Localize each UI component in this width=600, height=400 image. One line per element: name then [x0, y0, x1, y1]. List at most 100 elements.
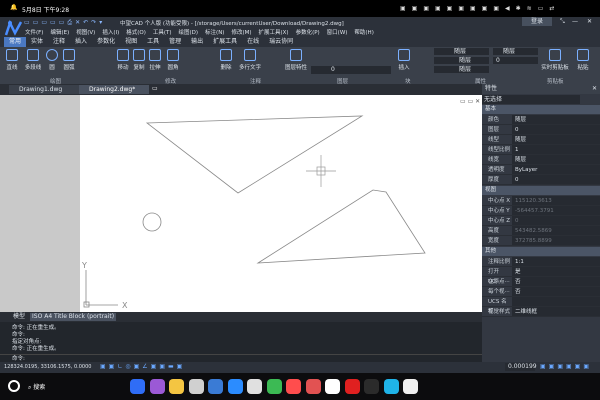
tab-parametric[interactable]: 参数化	[92, 37, 120, 47]
mtext-tool[interactable]: 多行文字	[236, 49, 264, 71]
clipboard-tool[interactable]: 实时剪贴板	[540, 49, 570, 71]
selection-dropdown[interactable]: 无选择	[482, 95, 580, 104]
property-value[interactable]: 随层	[512, 155, 600, 164]
section-other[interactable]: 其他	[482, 247, 600, 256]
property-value[interactable]: 随层	[512, 115, 600, 124]
property-row[interactable]: 中心点 Z0	[482, 216, 600, 226]
circle-shape[interactable]	[142, 212, 162, 232]
color-dropdown[interactable]: 随层	[434, 48, 489, 55]
menu-modify[interactable]: 修改(M)	[231, 30, 251, 36]
dock-app-icon[interactable]	[364, 379, 379, 394]
tab-solid[interactable]: 实体	[26, 37, 48, 47]
viewport-controls-icon[interactable]: ▭ ▭ ✕	[460, 98, 480, 105]
property-row[interactable]: 透明度 ByLayer	[482, 165, 600, 175]
property-row[interactable]: 厚度 0	[482, 175, 600, 185]
property-value[interactable]: 1	[512, 145, 600, 154]
menu-window[interactable]: 窗口(W)	[327, 30, 348, 36]
tab-online[interactable]: 在线	[242, 37, 264, 47]
property-value[interactable]	[512, 297, 600, 306]
property-value[interactable]: 否	[512, 277, 600, 286]
menu-help[interactable]: 帮助(H)	[354, 30, 373, 36]
menu-dimension[interactable]: 标注(N)	[205, 30, 224, 36]
dock-app-icon[interactable]	[149, 379, 165, 394]
property-value[interactable]: 0	[512, 175, 600, 184]
property-row[interactable]: 高度 543482.5869	[482, 226, 600, 236]
property-row[interactable]: UCS 名称	[482, 297, 600, 315]
layer-dropdown[interactable]: 0	[311, 66, 391, 74]
home-icon[interactable]	[8, 380, 20, 392]
close-panel-icon[interactable]: ✕	[592, 84, 597, 94]
tab-layout-iso-a4[interactable]: ISO A4 Title Block (portrait)	[30, 313, 117, 321]
dock-app-icon[interactable]	[247, 379, 262, 394]
property-row[interactable]: 线宽 随层	[482, 155, 600, 165]
menu-edit[interactable]: 编辑(E)	[50, 30, 69, 36]
transparency-field[interactable]: 0	[493, 57, 538, 64]
dock-app-icon[interactable]	[130, 379, 145, 394]
tab-output[interactable]: 输出	[186, 37, 208, 47]
dock-app-icon[interactable]	[325, 379, 340, 394]
menu-insert[interactable]: 插入(I)	[102, 30, 119, 36]
dock-app-icon[interactable]	[266, 379, 282, 394]
triangle-shape[interactable]	[145, 115, 364, 194]
fillet-tool[interactable]: 圆角	[162, 49, 184, 71]
dock-app-icon[interactable]	[227, 379, 243, 394]
doc-tab-drawing1[interactable]: Drawing1.dwg	[9, 85, 79, 94]
menu-file[interactable]: 文件(F)	[25, 30, 43, 36]
drawing-svg[interactable]: Y X ▭ ▭ ✕	[80, 95, 482, 312]
search-button[interactable]: ⌕ 搜索	[28, 382, 45, 392]
tab-annotate[interactable]: 注释	[48, 37, 70, 47]
property-row[interactable]: 图层 0	[482, 125, 600, 135]
close-icon[interactable]: ✕	[587, 18, 592, 25]
new-tab-icon[interactable]: ▭	[152, 85, 158, 92]
menu-view[interactable]: 视图(V)	[76, 30, 95, 36]
tab-view[interactable]: 视图	[120, 37, 142, 47]
paste-tool[interactable]: 粘贴	[572, 49, 594, 71]
insert-block-tool[interactable]: 插入	[393, 49, 415, 71]
line-tool[interactable]: 直线	[1, 49, 23, 71]
property-row[interactable]: 线型 随层	[482, 135, 600, 145]
minimize-icon[interactable]: —	[572, 18, 578, 25]
dock-app-icon[interactable]	[344, 379, 360, 394]
erase-tool[interactable]: 删除	[215, 49, 237, 71]
login-button[interactable]: 登录	[522, 17, 552, 26]
arc-tool[interactable]: 圆弧	[58, 49, 80, 71]
property-row[interactable]: 注释比例 1:1	[482, 257, 600, 267]
status-tray-icons[interactable]: ▣▣▣▣▣▣	[540, 363, 592, 370]
layer-properties-tool[interactable]: 图层特性	[283, 49, 309, 71]
menu-parametric[interactable]: 参数化(P)	[296, 30, 320, 36]
plot-style-dropdown[interactable]: 随层	[493, 48, 538, 55]
tab-tools[interactable]: 工具	[142, 37, 164, 47]
drawing-canvas[interactable]: Y X ▭ ▭ ✕	[80, 95, 482, 312]
dock-app-icon[interactable]	[286, 379, 301, 394]
doc-tab-drawing2[interactable]: Drawing2.dwg*	[79, 85, 149, 94]
dock-app-icon[interactable]	[383, 379, 399, 394]
dock-app-icon[interactable]	[208, 379, 223, 394]
menu-draw[interactable]: 绘图(D)	[179, 30, 199, 36]
quadrilateral-shape[interactable]	[256, 189, 426, 264]
property-row[interactable]: 中心点 X 115120.3613	[482, 196, 600, 206]
property-row[interactable]: 视觉样式 二维线框	[482, 307, 600, 317]
property-value[interactable]: ByLayer	[512, 165, 600, 174]
restore-icon[interactable]: ⤡	[560, 18, 565, 26]
dock-app-icon[interactable]	[169, 379, 184, 394]
quick-access-toolbar[interactable]: ▭▭▭▭▭⎙✕↶↷▾	[24, 19, 105, 27]
tab-manage[interactable]: 管理	[164, 37, 186, 47]
section-view[interactable]: 视图	[482, 186, 600, 195]
tab-insert[interactable]: 插入	[70, 37, 92, 47]
lineweight-dropdown[interactable]: 随层	[434, 66, 489, 73]
menu-tools[interactable]: 工具(T)	[153, 30, 172, 36]
property-row[interactable]: 颜色 随层	[482, 115, 600, 125]
dock-app-icon[interactable]	[305, 379, 321, 394]
section-basic[interactable]: 基本	[482, 105, 600, 114]
tab-model[interactable]: 模型	[13, 313, 25, 321]
drafting-toggles[interactable]: ▣▣∟◎▣∠▣▣▬▣	[100, 363, 185, 370]
property-value[interactable]: 是	[512, 267, 600, 276]
menu-ext-tools[interactable]: 扩展工具(X)	[259, 30, 289, 36]
annotation-scale-dropdown[interactable]: 0.000199	[505, 363, 537, 371]
dock-app-icon[interactable]	[188, 379, 204, 394]
linetype-dropdown[interactable]: 随层	[434, 57, 489, 64]
menu-format[interactable]: 格式(O)	[126, 30, 146, 36]
property-row[interactable]: 在原点··· 否	[482, 277, 600, 287]
property-row[interactable]: 打开 UC··· 是	[482, 267, 600, 285]
property-value[interactable]: 否	[512, 287, 600, 296]
